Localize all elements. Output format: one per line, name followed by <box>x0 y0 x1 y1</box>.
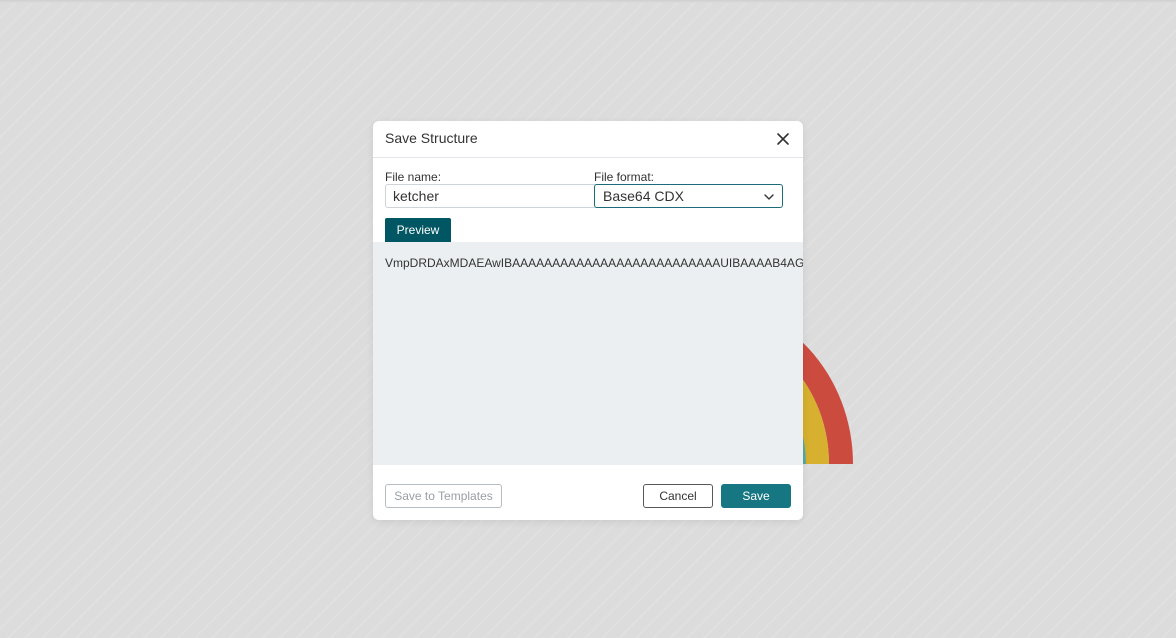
preview-content-area[interactable]: VmpDRDAxMDAEAwIBAAAAAAAAAAAAAAAAAAAAAAAA… <box>373 242 803 465</box>
tab-preview[interactable]: Preview <box>385 218 451 242</box>
save-structure-dialog: Save Structure File name: File format: B… <box>373 121 803 520</box>
preview-content: VmpDRDAxMDAEAwIBAAAAAAAAAAAAAAAAAAAAAAAA… <box>385 256 803 270</box>
file-format-select[interactable]: Base64 CDX <box>594 184 783 208</box>
top-edge <box>0 0 1176 3</box>
file-format-label: File format: <box>594 170 655 184</box>
file-name-input[interactable] <box>385 184 605 208</box>
cancel-button[interactable]: Cancel <box>643 484 713 508</box>
chevron-down-icon <box>764 194 774 200</box>
close-icon[interactable] <box>773 129 793 149</box>
save-button[interactable]: Save <box>721 484 791 508</box>
dialog-header: Save Structure <box>373 121 803 158</box>
file-format-value: Base64 CDX <box>603 188 684 204</box>
dialog-title: Save Structure <box>385 130 478 146</box>
save-to-templates-button[interactable]: Save to Templates <box>385 484 502 508</box>
file-name-label: File name: <box>385 170 442 184</box>
